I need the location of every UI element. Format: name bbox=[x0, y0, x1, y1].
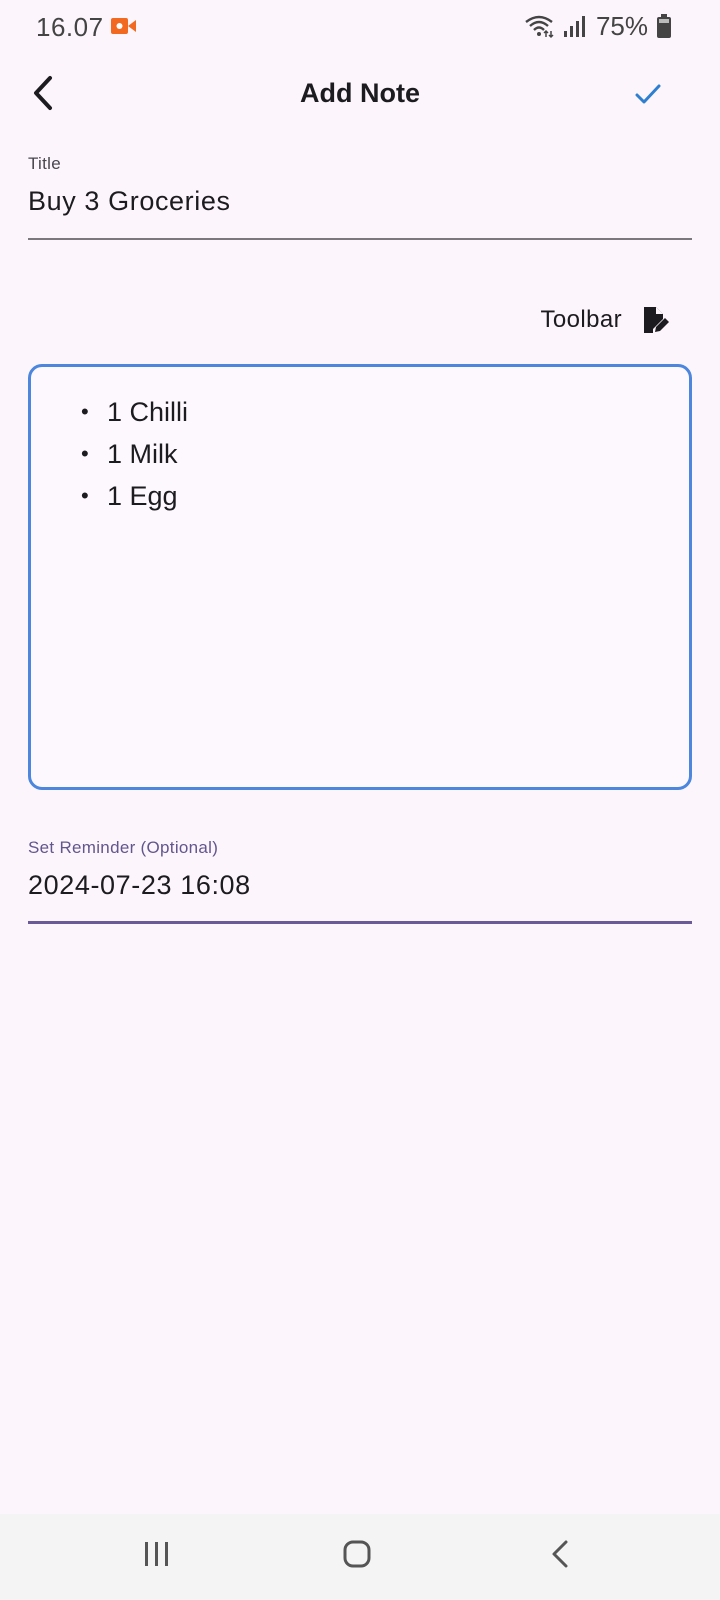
back-icon bbox=[549, 1539, 571, 1574]
list-item[interactable]: • 1 Milk bbox=[81, 433, 689, 475]
reminder-field-label: Set Reminder (Optional) bbox=[28, 838, 219, 857]
battery-icon bbox=[656, 13, 672, 39]
note-editor[interactable]: • 1 Chilli • 1 Milk • 1 Egg bbox=[28, 364, 692, 790]
list-item-text: 1 Chilli bbox=[107, 397, 189, 427]
title-field[interactable]: Title Buy 3 Groceries bbox=[28, 154, 692, 240]
battery-percent: 75% bbox=[595, 10, 648, 41]
toolbar-label: Toolbar bbox=[540, 306, 622, 333]
home-button[interactable] bbox=[337, 1536, 377, 1576]
app-bar: Add Note bbox=[0, 52, 720, 138]
list-item-text: 1 Egg bbox=[107, 481, 178, 511]
signal-icon bbox=[560, 13, 590, 39]
toolbar-toggle-button[interactable]: Toolbar bbox=[540, 300, 670, 340]
bullet-list: • 1 Chilli • 1 Milk • 1 Egg bbox=[81, 391, 689, 517]
recents-icon bbox=[142, 1540, 172, 1573]
title-field-value[interactable]: Buy 3 Groceries bbox=[28, 186, 692, 217]
list-item[interactable]: • 1 Egg bbox=[81, 475, 689, 517]
bullet-dot: • bbox=[81, 483, 89, 508]
bullet-dot: • bbox=[81, 399, 89, 424]
bullet-dot: • bbox=[81, 441, 89, 466]
screen-record-icon bbox=[111, 16, 137, 36]
title-field-label: Title bbox=[28, 154, 61, 173]
list-item-text: 1 Milk bbox=[107, 439, 178, 469]
page-title: Add Note bbox=[300, 78, 420, 108]
reminder-field-value[interactable]: 2024-07-23 16:08 bbox=[28, 870, 692, 901]
system-nav-bar bbox=[0, 1514, 720, 1600]
save-button[interactable] bbox=[626, 74, 670, 118]
check-icon bbox=[634, 83, 662, 110]
home-icon bbox=[342, 1539, 372, 1574]
nav-back-button[interactable] bbox=[540, 1536, 580, 1576]
wifi-icon bbox=[524, 13, 554, 39]
reminder-field[interactable]: Set Reminder (Optional) 2024-07-23 16:08 bbox=[28, 838, 692, 924]
note-edit-icon bbox=[640, 305, 670, 335]
recents-button[interactable] bbox=[137, 1536, 177, 1576]
status-bar: 16.07 75% bbox=[0, 0, 720, 52]
status-icons: 75% bbox=[524, 10, 672, 42]
status-time: 16.07 bbox=[36, 12, 104, 42]
list-item[interactable]: • 1 Chilli bbox=[81, 391, 689, 433]
